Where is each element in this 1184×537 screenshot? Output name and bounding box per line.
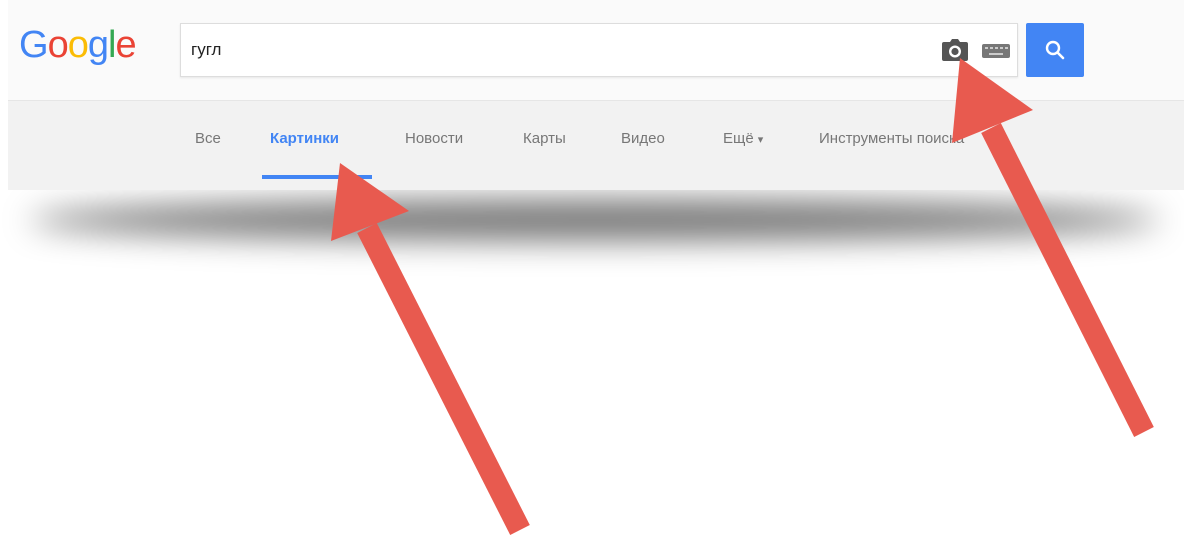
tab-images[interactable]: Картинки	[270, 130, 339, 147]
keyboard-icon[interactable]	[981, 41, 1011, 61]
logo-letter: e	[115, 24, 136, 66]
chevron-down-icon: ▾	[757, 134, 764, 146]
logo-letter: G	[19, 24, 49, 66]
active-tab-indicator	[262, 175, 372, 179]
google-logo[interactable]: Google	[19, 22, 137, 68]
tab-maps[interactable]: Карты	[523, 130, 566, 147]
page: Google гугл Все Картинки Новости Карты В…	[0, 0, 1184, 537]
search-nav: Все Картинки Новости Карты Видео Ещё ▾ Ин…	[8, 100, 1184, 190]
search-results-header: Google гугл Все Картинки Новости Карты В…	[8, 0, 1184, 190]
screenshot-shadow	[30, 200, 1160, 240]
search-icon	[1026, 39, 1084, 61]
tab-more-label: Ещё	[723, 130, 754, 147]
search-button[interactable]	[1026, 23, 1084, 77]
search-input[interactable]	[191, 24, 891, 76]
tab-more[interactable]: Ещё ▾	[723, 130, 763, 147]
tab-news[interactable]: Новости	[405, 130, 463, 147]
camera-icon[interactable]	[941, 38, 969, 62]
search-box	[180, 23, 1018, 77]
tab-search-tools[interactable]: Инструменты поиска	[819, 130, 964, 147]
logo-letter: g	[87, 24, 109, 66]
tab-video[interactable]: Видео	[621, 130, 665, 147]
tab-all[interactable]: Все	[195, 130, 221, 147]
top-bar: Google	[8, 0, 1184, 101]
logo-letter: o	[67, 24, 89, 66]
logo-letter: o	[47, 24, 69, 66]
